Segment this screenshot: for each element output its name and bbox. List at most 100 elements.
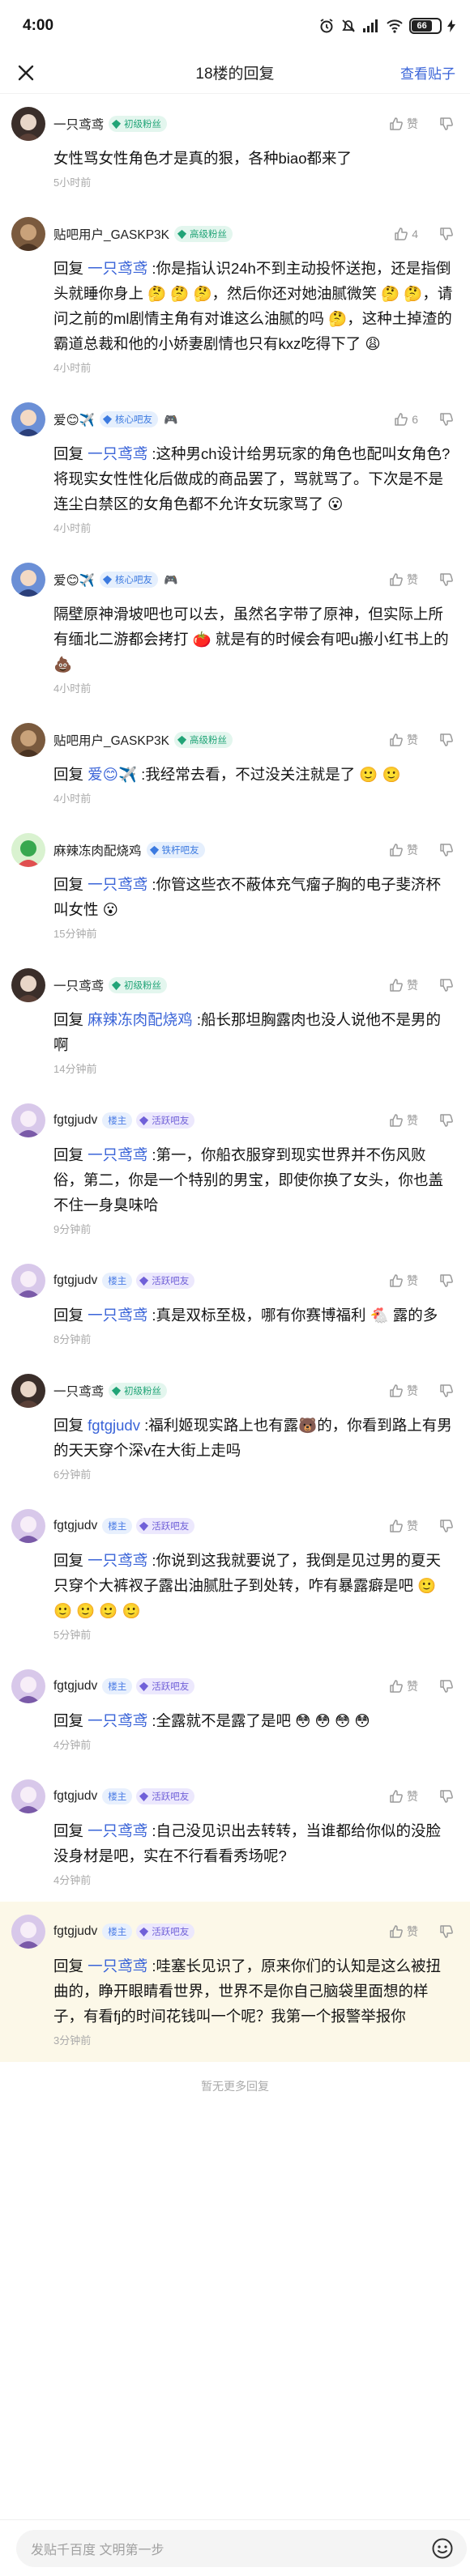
- dislike-button[interactable]: [439, 572, 454, 587]
- like-button[interactable]: 赞: [389, 572, 418, 588]
- avatar[interactable]: [11, 1509, 45, 1543]
- username[interactable]: 爱😊✈️: [53, 571, 95, 589]
- comment-item[interactable]: fgtgjudv 楼主 活跃吧友 赞 回复 一只鸢鸢 :全露就不是露了是吧 😳 😳…: [0, 1656, 470, 1766]
- reply-to-user[interactable]: 一只鸢鸢: [88, 1822, 147, 1839]
- avatar[interactable]: [11, 1669, 45, 1703]
- level-badge: 初级粉丝: [109, 1383, 168, 1399]
- reply-to-user[interactable]: 一只鸢鸢: [88, 445, 147, 462]
- username[interactable]: 贴吧用户_GASKP3K: [53, 225, 169, 243]
- dislike-button[interactable]: [439, 1273, 454, 1288]
- avatar[interactable]: [11, 833, 45, 867]
- dislike-button[interactable]: [439, 733, 454, 747]
- comment-header: 爱😊✈️ 核心吧友 🎮 赞: [53, 563, 454, 597]
- view-post-link[interactable]: 查看贴子: [400, 62, 455, 83]
- emoji-icon[interactable]: [431, 2537, 454, 2560]
- reply-prefix: 回复: [53, 1822, 84, 1839]
- level-badge: 初级粉丝: [109, 116, 168, 132]
- like-count: 6: [412, 413, 418, 426]
- comment-item[interactable]: 爱😊✈️ 核心吧友 🎮 6 回复 一只鸢鸢 :这种男ch设计给男玩家的角色也配叫…: [0, 389, 470, 550]
- comment-item[interactable]: 贴吧用户_GASKP3K 高级粉丝 4 回复 一只鸢鸢 :你是指认识24h不到主…: [0, 204, 470, 389]
- comment-item[interactable]: 一只鸢鸢 初级粉丝 赞 回复 麻辣冻肉配烧鸡 :船长那坦胸露肉也没人说他不是男的…: [0, 955, 470, 1090]
- like-button[interactable]: 赞: [389, 1518, 418, 1534]
- comment-item[interactable]: fgtgjudv 楼主 活跃吧友 赞 回复 一只鸢鸢 :你说到这我就要说了，我倒是…: [0, 1496, 470, 1656]
- reply-to-user[interactable]: 一只鸢鸢: [88, 1552, 147, 1569]
- comment-header: fgtgjudv 楼主 活跃吧友 赞: [53, 1669, 454, 1703]
- comment-item[interactable]: 麻辣冻肉配烧鸡 铁杆吧友 赞 回复 一只鸢鸢 :你管这些衣不蔽体充气瘤子胸的电子…: [0, 820, 470, 955]
- dislike-button[interactable]: [439, 412, 454, 427]
- avatar[interactable]: [11, 1915, 45, 1949]
- reply-to-user[interactable]: 一只鸢鸢: [88, 260, 147, 277]
- username[interactable]: 爱😊✈️: [53, 410, 95, 428]
- avatar[interactable]: [11, 402, 45, 436]
- comment-header: 一只鸢鸢 初级粉丝 赞: [53, 107, 454, 141]
- dislike-button[interactable]: [439, 1789, 454, 1804]
- comment-header: 爱😊✈️ 核心吧友 🎮 6: [53, 402, 454, 436]
- dislike-button[interactable]: [439, 1519, 454, 1533]
- dislike-button[interactable]: [439, 1679, 454, 1694]
- username[interactable]: 一只鸢鸢: [53, 115, 104, 133]
- reply-prefix: 回复: [53, 1417, 84, 1434]
- comment-item[interactable]: 一只鸢鸢 初级粉丝 赞 女性骂女性角色才是真的狠，各种biao都来了 5小时前: [0, 94, 470, 204]
- dislike-button[interactable]: [439, 117, 454, 131]
- close-button[interactable]: [11, 58, 41, 87]
- reply-prefix: 回复: [53, 1712, 84, 1729]
- username[interactable]: fgtgjudv: [53, 1113, 97, 1128]
- like-button[interactable]: 赞: [389, 1273, 418, 1289]
- avatar[interactable]: [11, 1374, 45, 1408]
- reply-to-user[interactable]: 一只鸢鸢: [88, 1712, 147, 1729]
- username[interactable]: fgtgjudv: [53, 1273, 97, 1288]
- avatar-image: [11, 107, 45, 141]
- comment-item[interactable]: fgtgjudv 楼主 活跃吧友 赞 回复 一只鸢鸢 :真是双标至极，哪有你赛博福…: [0, 1251, 470, 1361]
- username[interactable]: 一只鸢鸢: [53, 1382, 104, 1400]
- reply-to-user[interactable]: 一只鸢鸢: [88, 1307, 147, 1324]
- like-button[interactable]: 赞: [389, 977, 418, 993]
- reply-to-user[interactable]: 一只鸢鸢: [88, 876, 147, 893]
- username[interactable]: 一只鸢鸢: [53, 976, 104, 994]
- comment-item[interactable]: 贴吧用户_GASKP3K 高级粉丝 赞 回复 爱😊✈️ :我经常去看，不过没关注…: [0, 710, 470, 820]
- reply-to-user[interactable]: 一只鸢鸢: [88, 1958, 147, 1975]
- like-button[interactable]: 赞: [389, 1788, 418, 1804]
- dislike-button[interactable]: [439, 1384, 454, 1398]
- avatar[interactable]: [11, 1264, 45, 1298]
- comment-item[interactable]: fgtgjudv 楼主 活跃吧友 赞 回复 一只鸢鸢 :第一，你船衣服穿到现实世界…: [0, 1090, 470, 1251]
- avatar[interactable]: [11, 107, 45, 141]
- comment-item[interactable]: fgtgjudv 楼主 活跃吧友 赞 回复 一只鸢鸢 :自己没见识出去转转，当谁都…: [0, 1766, 470, 1902]
- comment-item[interactable]: 一只鸢鸢 初级粉丝 赞 回复 fgtgjudv :福利姬现实路上也有露🐻的，你看…: [0, 1361, 470, 1496]
- like-button[interactable]: 4: [394, 227, 418, 241]
- comment-item[interactable]: fgtgjudv 楼主 活跃吧友 赞 回复 一只鸢鸢 :哇塞长见识了，原来你们的认…: [0, 1902, 470, 2062]
- avatar[interactable]: [11, 217, 45, 251]
- like-button[interactable]: 赞: [389, 1678, 418, 1694]
- like-button[interactable]: 赞: [389, 116, 418, 132]
- dislike-button[interactable]: [439, 227, 454, 241]
- username[interactable]: fgtgjudv: [53, 1679, 97, 1694]
- reply-to-user[interactable]: 爱😊✈️: [88, 766, 137, 783]
- dislike-button[interactable]: [439, 843, 454, 857]
- avatar[interactable]: [11, 1779, 45, 1813]
- like-button[interactable]: 赞: [389, 1112, 418, 1129]
- username[interactable]: 麻辣冻肉配烧鸡: [53, 841, 142, 859]
- avatar[interactable]: [11, 723, 45, 757]
- dislike-button[interactable]: [439, 978, 454, 993]
- username[interactable]: fgtgjudv: [53, 1924, 97, 1939]
- comment-header: fgtgjudv 楼主 活跃吧友 赞: [53, 1779, 454, 1813]
- username[interactable]: fgtgjudv: [53, 1789, 97, 1804]
- username[interactable]: 贴吧用户_GASKP3K: [53, 731, 169, 749]
- like-button[interactable]: 赞: [389, 1923, 418, 1940]
- comment-item[interactable]: 爱😊✈️ 核心吧友 🎮 赞 隔壁原神滑坡吧也可以去，虽然名字带了原神，但实际上所…: [0, 550, 470, 710]
- reply-to-user[interactable]: 一只鸢鸢: [88, 1146, 147, 1163]
- avatar[interactable]: [11, 563, 45, 597]
- avatar[interactable]: [11, 1103, 45, 1137]
- like-button[interactable]: 赞: [389, 732, 418, 748]
- username[interactable]: fgtgjudv: [53, 1519, 97, 1533]
- comment-list: 一只鸢鸢 初级粉丝 赞 女性骂女性角色才是真的狠，各种biao都来了 5小时前 贴…: [0, 94, 470, 2062]
- like-button[interactable]: 赞: [389, 842, 418, 858]
- thumbs-down-icon: [440, 1274, 453, 1287]
- reply-to-user[interactable]: 麻辣冻肉配烧鸡: [88, 1011, 193, 1028]
- avatar[interactable]: [11, 968, 45, 1002]
- like-button[interactable]: 赞: [389, 1383, 418, 1399]
- reply-input[interactable]: 发贴千百度 文明第一步: [16, 2529, 467, 2567]
- dislike-button[interactable]: [439, 1113, 454, 1128]
- reply-to-user[interactable]: fgtgjudv: [88, 1417, 140, 1434]
- like-button[interactable]: 6: [394, 412, 418, 427]
- dislike-button[interactable]: [439, 1924, 454, 1939]
